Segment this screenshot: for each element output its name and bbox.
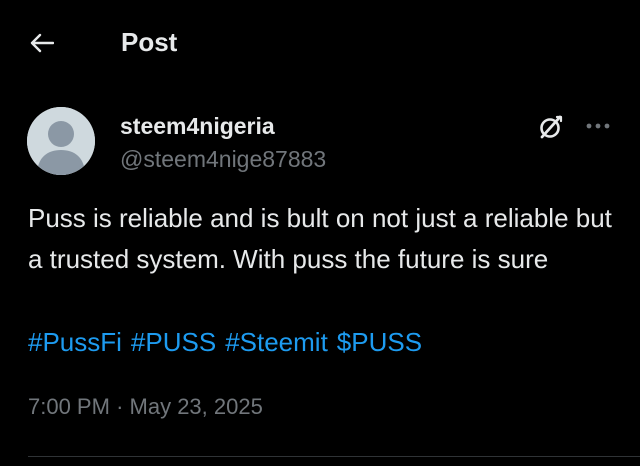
back-button[interactable] bbox=[22, 24, 62, 62]
author-handle[interactable]: @steem4nige87883 bbox=[120, 145, 326, 173]
post-text: Puss is reliable and is bult on not just… bbox=[28, 198, 618, 280]
top-bar: Post bbox=[0, 0, 640, 86]
post-body: Puss is reliable and is bult on not just… bbox=[28, 203, 612, 274]
author-display-name[interactable]: steem4nigeria bbox=[120, 112, 275, 140]
more-horizontal-icon bbox=[586, 123, 610, 129]
post-date: May 23, 2025 bbox=[129, 394, 263, 419]
hashtag-link[interactable]: #Steemit bbox=[225, 327, 328, 357]
divider bbox=[28, 456, 640, 457]
post-time: 7:00 PM bbox=[28, 394, 110, 419]
grok-button[interactable] bbox=[533, 109, 569, 145]
arrow-left-icon bbox=[30, 33, 54, 53]
default-avatar-icon bbox=[27, 107, 95, 175]
post-timestamp[interactable]: 7:00 PM · May 23, 2025 bbox=[28, 392, 263, 422]
hashtag-link[interactable]: #PussFi bbox=[28, 327, 122, 357]
more-options-button[interactable] bbox=[578, 112, 618, 140]
timestamp-separator: · bbox=[116, 394, 124, 419]
hashtag-link[interactable]: #PUSS bbox=[131, 327, 216, 357]
cashtag-link[interactable]: $PUSS bbox=[337, 327, 422, 357]
grok-icon bbox=[540, 115, 563, 139]
avatar[interactable] bbox=[27, 107, 95, 175]
post-hashtags: #PussFi #PUSS #Steemit $PUSS bbox=[28, 322, 422, 363]
page-title: Post bbox=[121, 27, 178, 57]
